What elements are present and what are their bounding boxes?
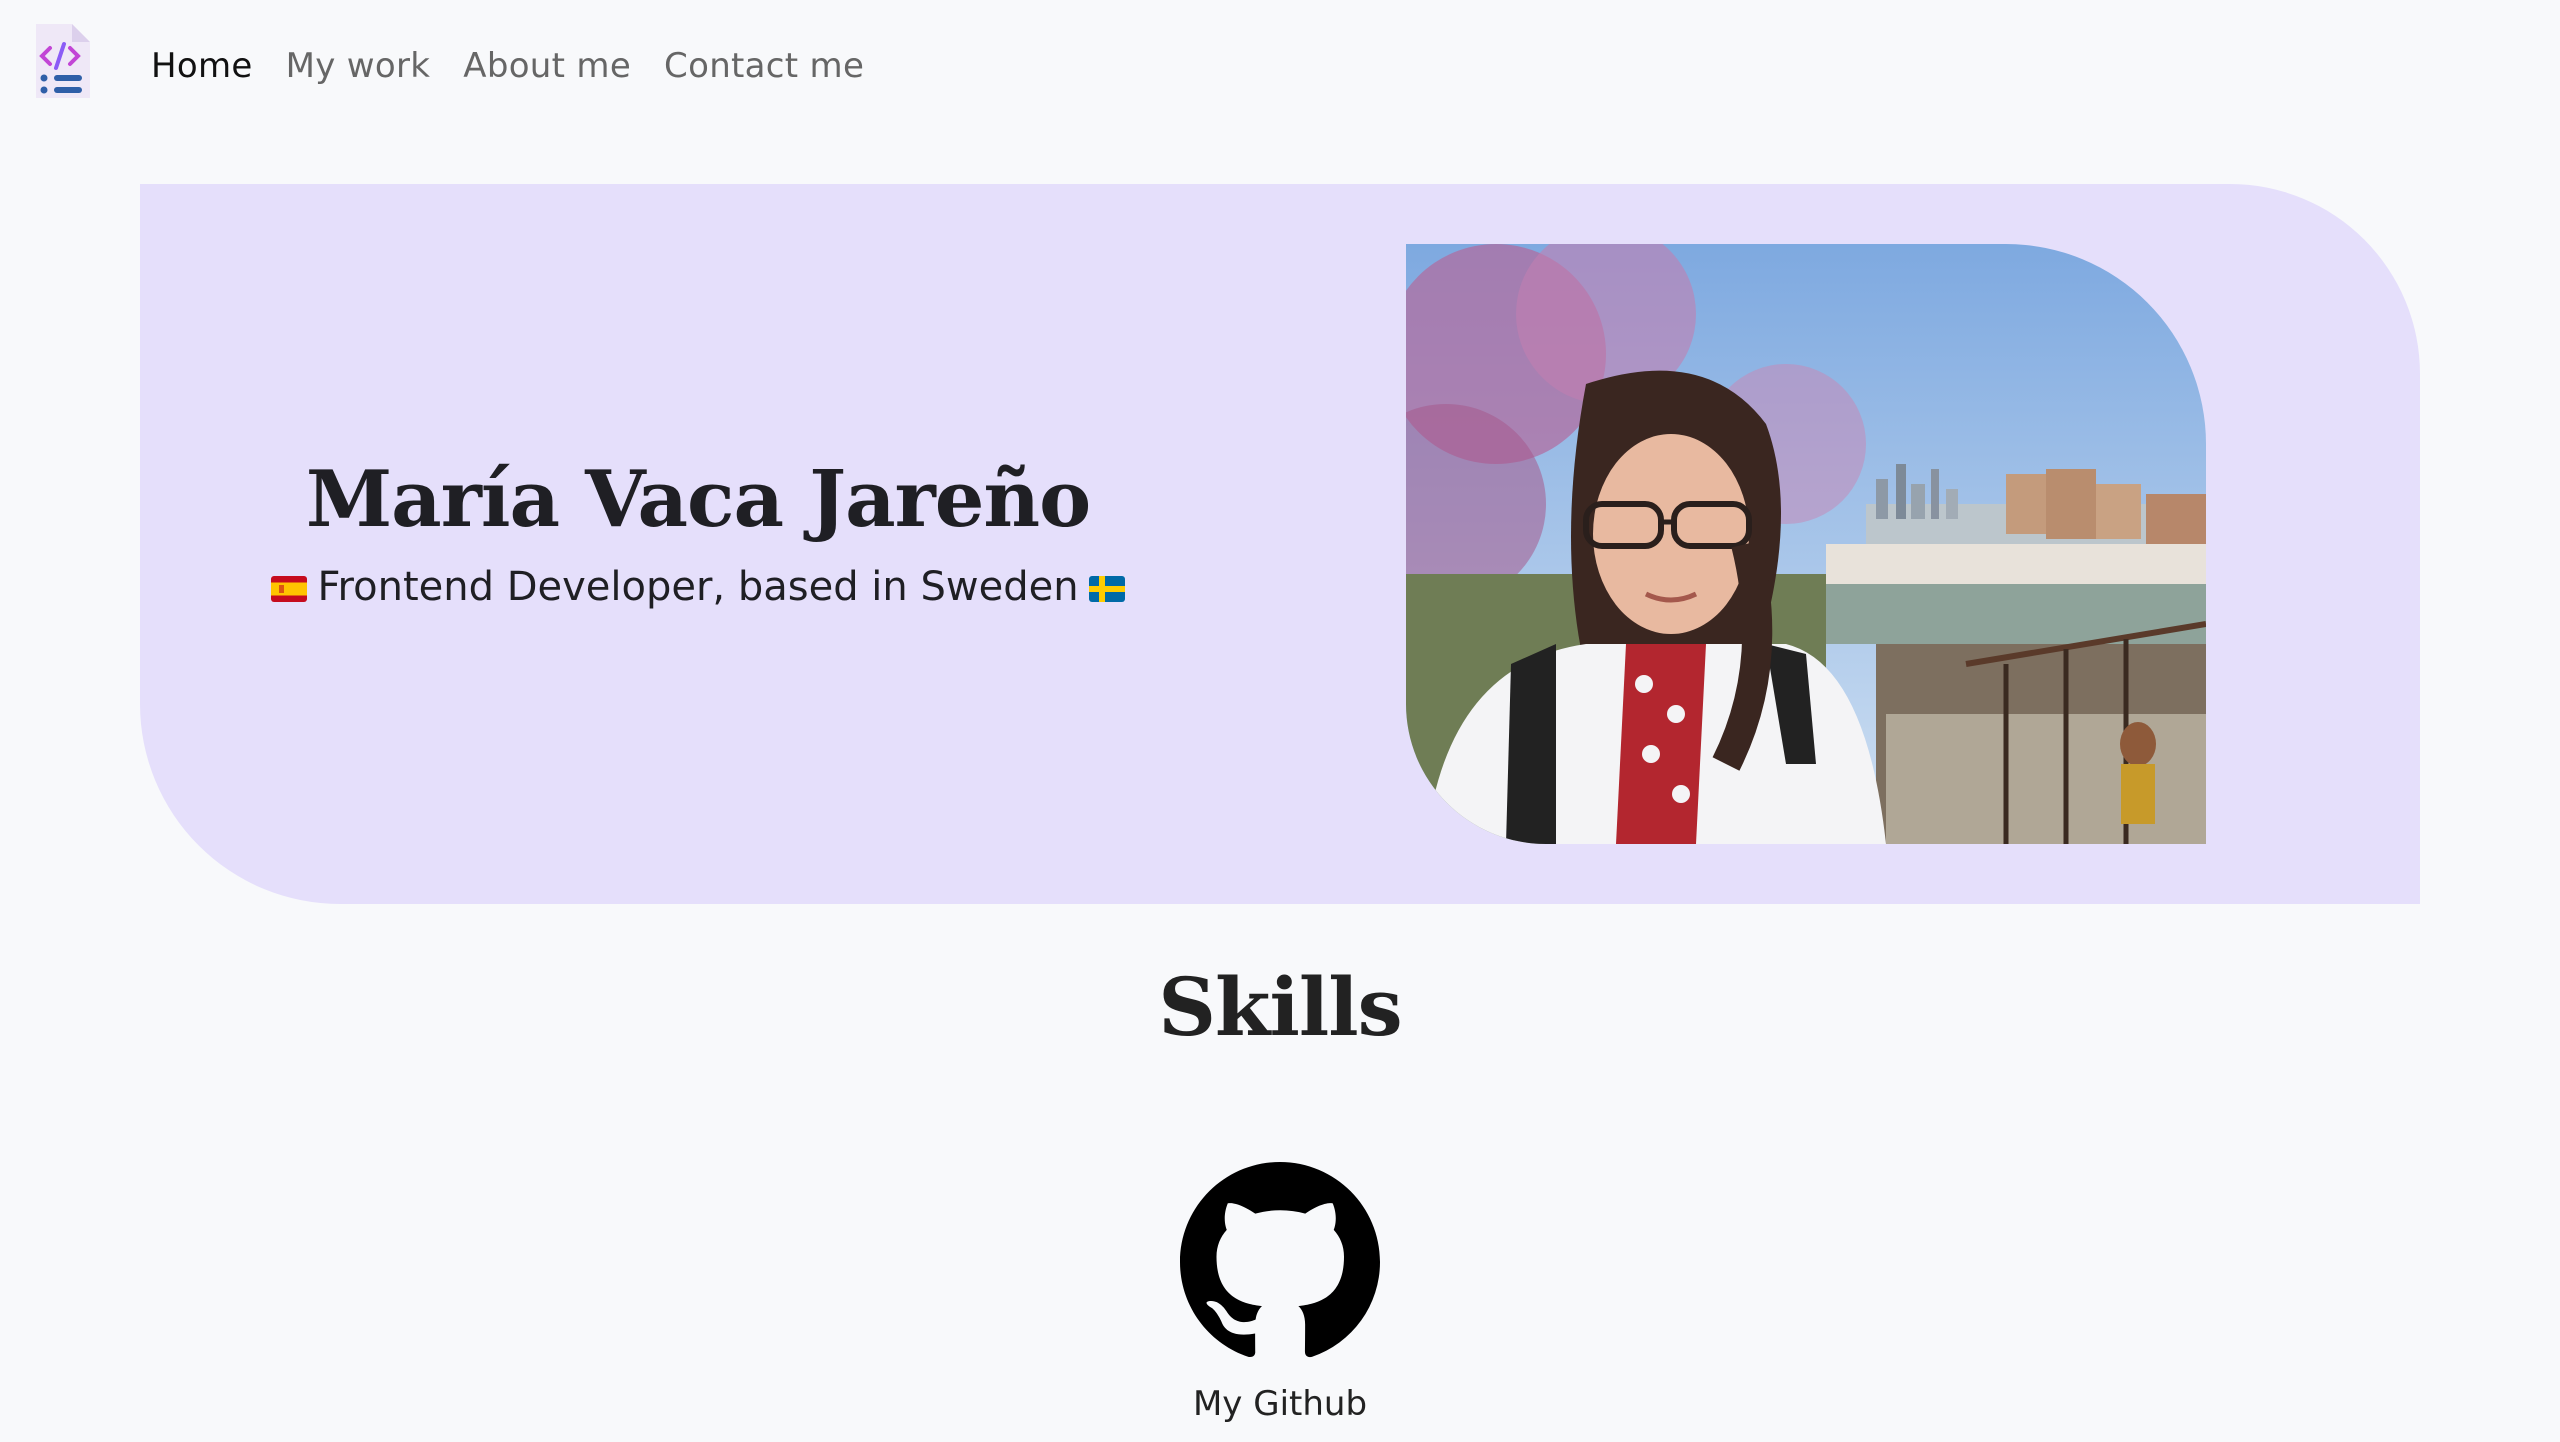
hero-subtitle: Frontend Developer, based in Sweden bbox=[317, 564, 1079, 610]
top-navigation: Home My work About me Contact me bbox=[0, 0, 2560, 140]
hero-banner: María Vaca Jareño Frontend Developer, ba… bbox=[140, 184, 2420, 904]
nav-home[interactable]: Home bbox=[151, 46, 253, 86]
nav-links: Home My work About me Contact me bbox=[151, 46, 864, 86]
github-icon[interactable] bbox=[1180, 1162, 1380, 1362]
hero-subtitle-row: Frontend Developer, based in Sweden bbox=[140, 564, 1256, 612]
sweden-flag-icon bbox=[1088, 566, 1125, 612]
profile-photo bbox=[1406, 244, 2206, 844]
nav-contact-me[interactable]: Contact me bbox=[664, 46, 864, 86]
nav-about-me[interactable]: About me bbox=[463, 46, 631, 86]
skills-heading: Skills bbox=[1158, 960, 1402, 1054]
hero-name: María Vaca Jareño bbox=[305, 454, 1091, 545]
code-file-icon[interactable] bbox=[30, 20, 96, 102]
spain-flag-icon bbox=[271, 566, 308, 612]
github-label[interactable]: My Github bbox=[0, 1384, 2560, 1424]
nav-my-work[interactable]: My work bbox=[286, 46, 431, 86]
